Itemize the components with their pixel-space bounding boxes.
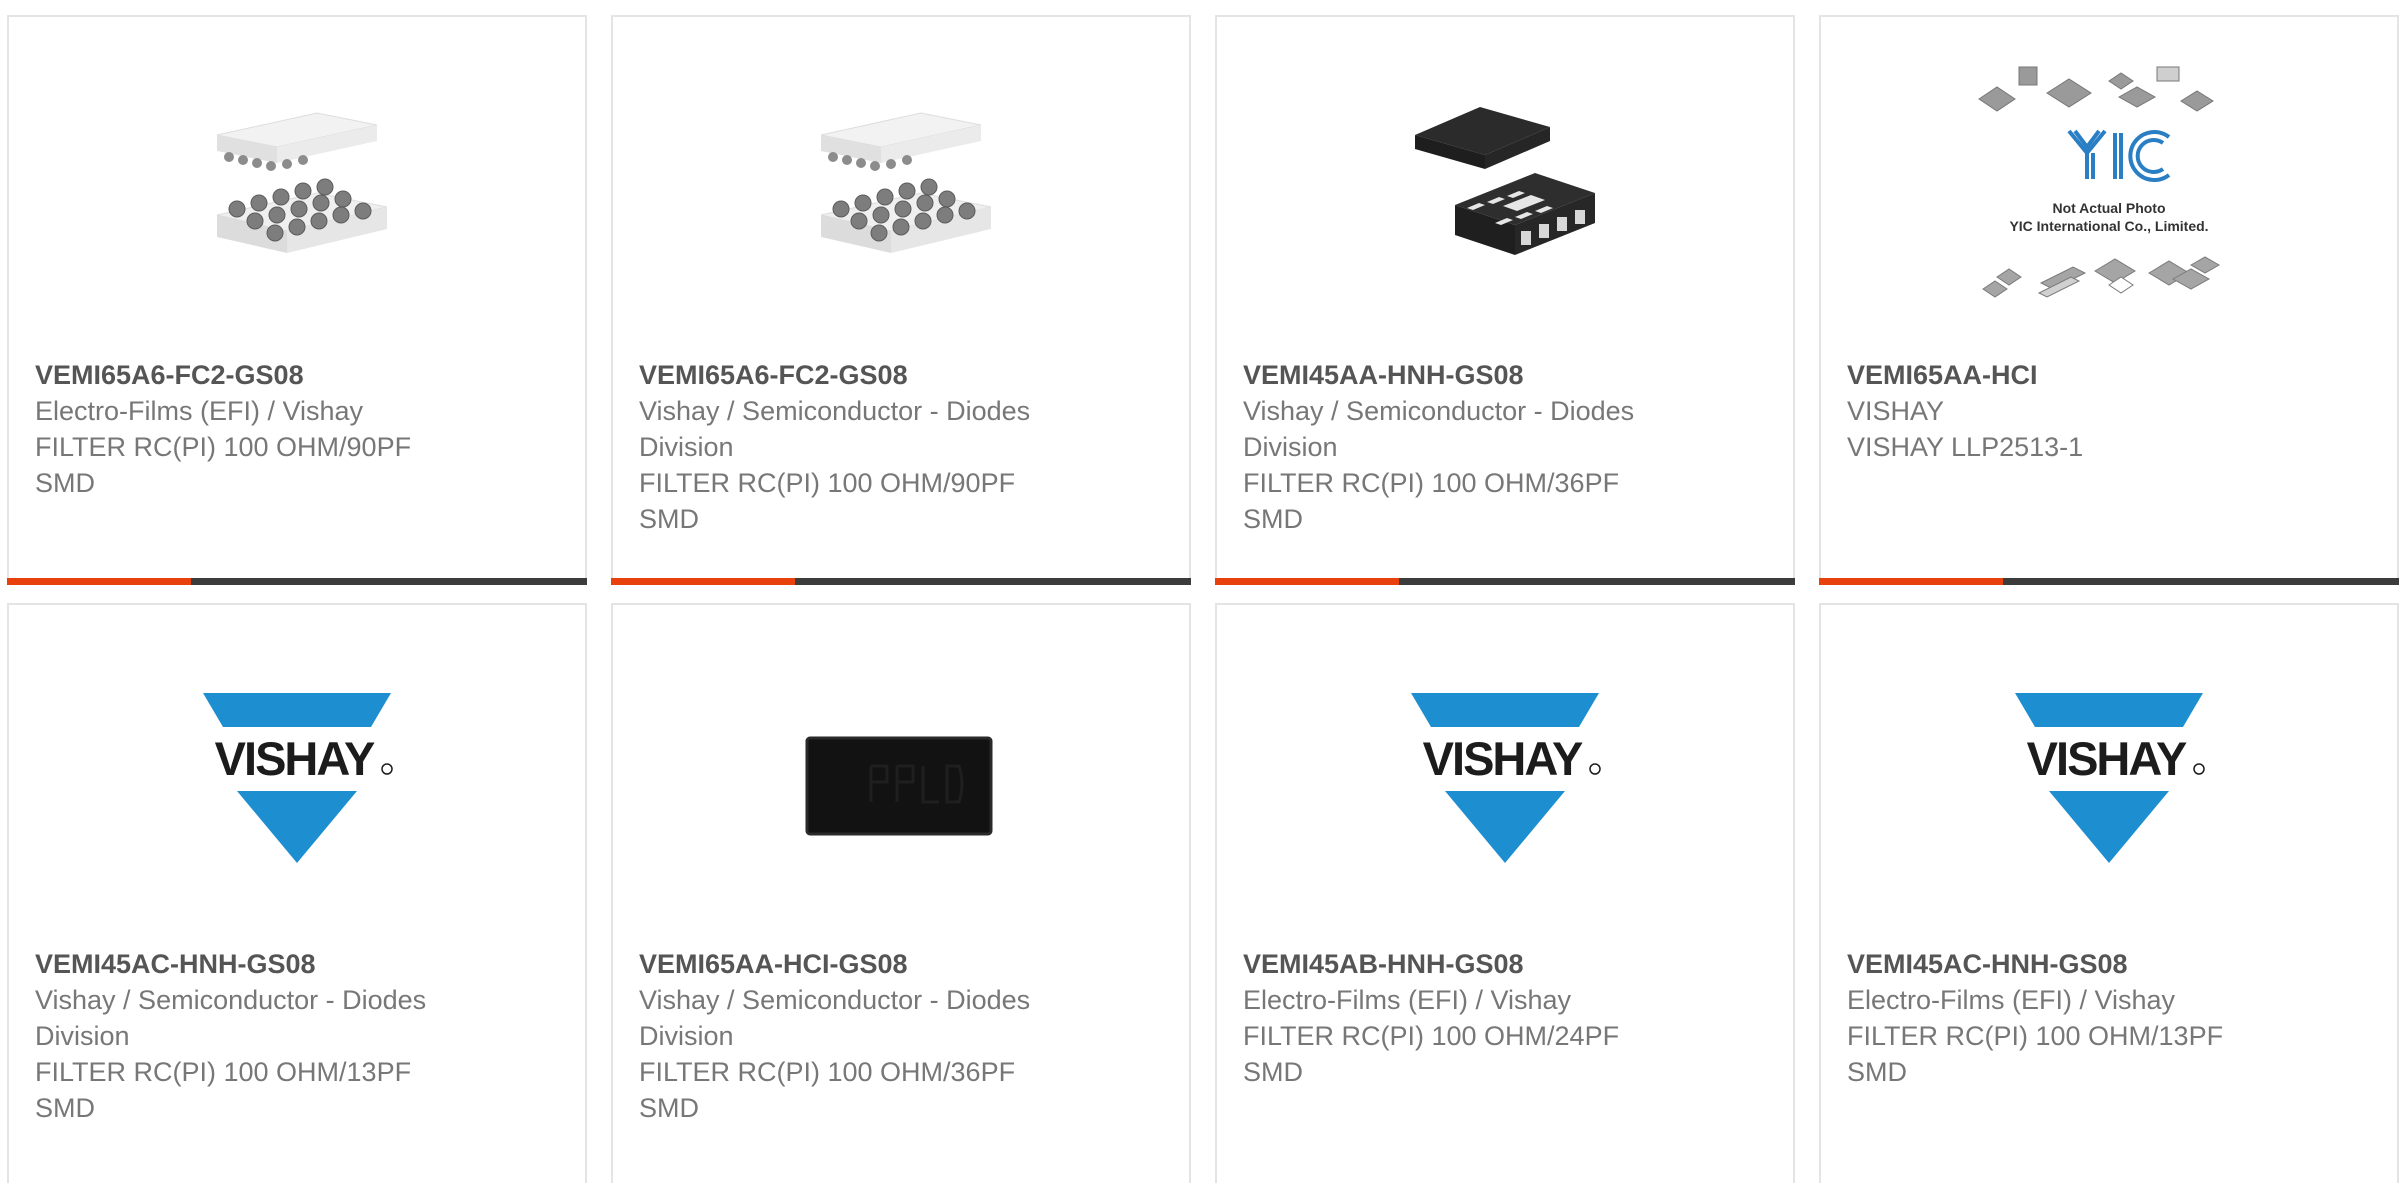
part-number[interactable]: VEMI45AC-HNH-GS08 bbox=[35, 946, 495, 982]
product-image[interactable] bbox=[801, 678, 1001, 878]
part-number[interactable]: VEMI65A6-FC2-GS08 bbox=[35, 357, 495, 393]
card-progress-bar bbox=[611, 578, 1191, 585]
description: FILTER RC(PI) 100 OHM/36PF bbox=[1243, 468, 1620, 498]
manufacturer: Electro-Films (EFI) / Vishay bbox=[1847, 985, 2176, 1015]
vishay-logo: VISHAY bbox=[1405, 693, 1605, 863]
description: FILTER RC(PI) 100 OHM/13PF bbox=[1847, 1021, 2224, 1051]
product-image[interactable] bbox=[197, 85, 397, 285]
bar-accent bbox=[7, 578, 191, 585]
description: FILTER RC(PI) 100 OHM/90PF bbox=[35, 432, 412, 462]
vishay-logo-text: VISHAY bbox=[1423, 732, 1583, 785]
description: SMD bbox=[1243, 504, 1303, 534]
description: FILTER RC(PI) 100 OHM/36PF bbox=[639, 1057, 1016, 1087]
manufacturer: Vishay / Semiconductor - Diodes bbox=[639, 985, 1031, 1015]
part-number[interactable]: VEMI65AA-HCI bbox=[1847, 357, 2307, 393]
product-info: VEMI45AA-HNH-GS08 Vishay / Semiconductor… bbox=[1243, 357, 1703, 537]
manufacturer: Division bbox=[1243, 432, 1338, 462]
description: SMD bbox=[639, 504, 699, 534]
description: SMD bbox=[639, 1093, 699, 1123]
yic-caption-1: Not Actual Photo bbox=[2052, 200, 2165, 216]
vishay-logo: VISHAY bbox=[2009, 693, 2209, 863]
part-number[interactable]: VEMI65AA-HCI-GS08 bbox=[639, 946, 1099, 982]
manufacturer: Vishay / Semiconductor - Diodes bbox=[639, 396, 1031, 426]
product-image[interactable]: Not Actual Photo YIC International Co., … bbox=[1969, 57, 2249, 317]
manufacturer: Vishay / Semiconductor - Diodes bbox=[35, 985, 427, 1015]
product-info: VEMI45AC-HNH-GS08 Vishay / Semiconductor… bbox=[35, 946, 495, 1126]
card-progress-bar bbox=[1215, 578, 1795, 585]
bga-package-icon bbox=[820, 112, 992, 253]
chip-photo bbox=[805, 736, 993, 836]
description: FILTER RC(PI) 100 OHM/13PF bbox=[35, 1057, 412, 1087]
product-card[interactable]: VEMI65A6-FC2-GS08 Vishay / Semiconductor… bbox=[611, 15, 1191, 585]
product-info: VEMI45AC-HNH-GS08 Electro-Films (EFI) / … bbox=[1847, 946, 2307, 1090]
bar-accent bbox=[1215, 578, 1399, 585]
manufacturer: Electro-Films (EFI) / Vishay bbox=[35, 396, 364, 426]
manufacturer: Division bbox=[639, 1021, 734, 1051]
product-image[interactable]: VISHAY bbox=[1405, 678, 1605, 878]
manufacturer: Vishay / Semiconductor - Diodes bbox=[1243, 396, 1635, 426]
vishay-logo-text: VISHAY bbox=[215, 732, 375, 785]
part-number[interactable]: VEMI45AC-HNH-GS08 bbox=[1847, 946, 2307, 982]
product-card[interactable]: Not Actual Photo YIC International Co., … bbox=[1819, 15, 2399, 585]
description: SMD bbox=[1243, 1057, 1303, 1087]
product-card[interactable]: VEMI45AA-HNH-GS08 Vishay / Semiconductor… bbox=[1215, 15, 1795, 585]
product-card[interactable]: VISHAY VEMI45AC-HNH-GS08 Electro-Films (… bbox=[1819, 603, 2399, 1183]
description: SMD bbox=[1847, 1057, 1907, 1087]
product-image[interactable]: VISHAY bbox=[197, 678, 397, 878]
bga-package-icon bbox=[216, 112, 388, 253]
manufacturer: Division bbox=[639, 432, 734, 462]
product-image[interactable] bbox=[1405, 85, 1605, 285]
part-number[interactable]: VEMI65A6-FC2-GS08 bbox=[639, 357, 1099, 393]
vishay-logo-text: VISHAY bbox=[2027, 732, 2187, 785]
dfn-package-icon bbox=[1415, 107, 1595, 255]
product-info: VEMI45AB-HNH-GS08 Electro-Films (EFI) / … bbox=[1243, 946, 1703, 1090]
manufacturer: Division bbox=[35, 1021, 130, 1051]
product-info: VEMI65A6-FC2-GS08 Vishay / Semiconductor… bbox=[639, 357, 1099, 537]
description: SMD bbox=[35, 1093, 95, 1123]
product-card[interactable]: VISHAY VEMI45AB-HNH-GS08 Electro-Films (… bbox=[1215, 603, 1795, 1183]
card-progress-bar bbox=[7, 578, 587, 585]
product-image[interactable] bbox=[801, 85, 1001, 285]
description: FILTER RC(PI) 100 OHM/24PF bbox=[1243, 1021, 1620, 1051]
part-number[interactable]: VEMI45AA-HNH-GS08 bbox=[1243, 357, 1703, 393]
manufacturer: Electro-Films (EFI) / Vishay bbox=[1243, 985, 1572, 1015]
manufacturer: VISHAY bbox=[1847, 396, 1945, 426]
product-image[interactable]: VISHAY bbox=[2009, 678, 2209, 878]
product-grid: VEMI65A6-FC2-GS08 Electro-Films (EFI) / … bbox=[0, 0, 2400, 1183]
not-actual-photo-image: Not Actual Photo YIC International Co., … bbox=[1978, 66, 2221, 298]
product-card[interactable]: VEMI65A6-FC2-GS08 Electro-Films (EFI) / … bbox=[7, 15, 587, 585]
vishay-logo: VISHAY bbox=[197, 693, 397, 863]
bar-accent bbox=[1819, 578, 2003, 585]
description: VISHAY LLP2513-1 bbox=[1847, 432, 2084, 462]
product-info: VEMI65AA-HCI VISHAY VISHAY LLP2513-1 bbox=[1847, 357, 2307, 465]
description: SMD bbox=[35, 468, 95, 498]
yic-caption-2: YIC International Co., Limited. bbox=[2009, 218, 2208, 234]
product-info: VEMI65AA-HCI-GS08 Vishay / Semiconductor… bbox=[639, 946, 1099, 1126]
bar-accent bbox=[611, 578, 795, 585]
product-info: VEMI65A6-FC2-GS08 Electro-Films (EFI) / … bbox=[35, 357, 495, 501]
product-card[interactable]: VEMI65AA-HCI-GS08 Vishay / Semiconductor… bbox=[611, 603, 1191, 1183]
product-card[interactable]: VISHAY VEMI45AC-HNH-GS08 Vishay / Semico… bbox=[7, 603, 587, 1183]
card-progress-bar bbox=[1819, 578, 2399, 585]
part-number[interactable]: VEMI45AB-HNH-GS08 bbox=[1243, 946, 1703, 982]
description: FILTER RC(PI) 100 OHM/90PF bbox=[639, 468, 1016, 498]
